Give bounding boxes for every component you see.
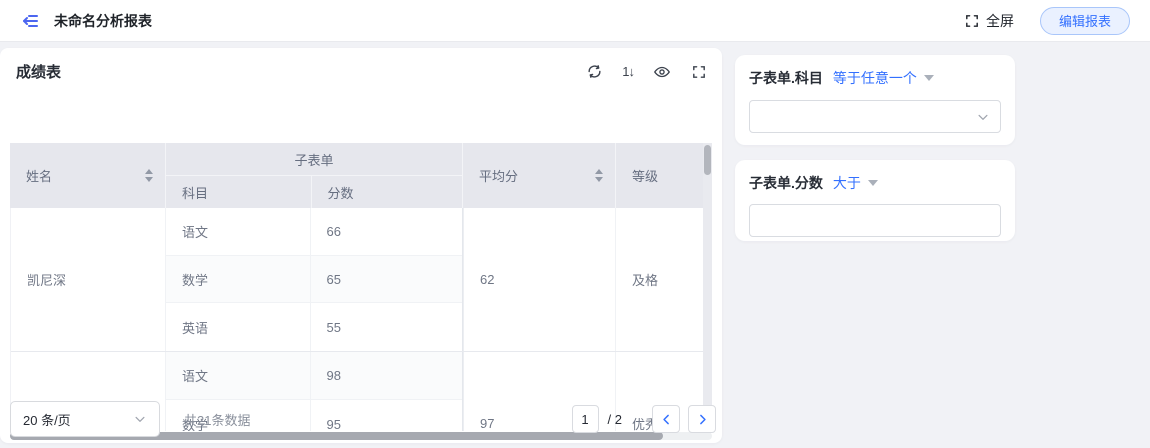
filter-card-subject: 子表单.科目 等于任意一个 <box>735 55 1015 145</box>
subform-row: 数学 65 <box>166 256 462 304</box>
sort-control-average[interactable] <box>595 169 603 182</box>
score-table-panel: 成绩表 1↓ <box>0 48 722 443</box>
cell-name: 凯尼深 <box>11 208 166 351</box>
sort-control-name[interactable] <box>145 169 153 182</box>
cell-subject: 语文 <box>166 352 311 399</box>
filter-card-score: 子表单.分数 大于 <box>735 160 1015 241</box>
edit-report-button[interactable]: 编辑报表 <box>1040 7 1130 35</box>
subform-row: 英语 55 <box>166 303 462 351</box>
next-page-button[interactable] <box>688 405 716 433</box>
subform-row: 语文 66 <box>166 208 462 256</box>
page-size-select[interactable]: 20 条/页 <box>10 401 160 437</box>
cell-score: 98 <box>311 352 462 399</box>
fullscreen-icon <box>964 13 980 29</box>
vertical-scrollbar-thumb[interactable] <box>704 145 711 175</box>
fullscreen-label: 全屏 <box>986 11 1014 31</box>
table-fullscreen-icon[interactable] <box>690 63 708 81</box>
table-header: 姓名 子表单 科目 分数 平均分 <box>10 143 712 208</box>
column-header-score: 分数 <box>311 176 462 208</box>
cell-score: 66 <box>311 208 462 255</box>
sort-up-icon <box>595 169 603 174</box>
sort-up-icon <box>145 169 153 174</box>
panel-header: 成绩表 1↓ <box>0 48 722 95</box>
subform-table: 语文 66 数学 65 英语 55 <box>166 208 463 351</box>
column-header-grade: 等级 <box>615 143 703 208</box>
filter-score-input[interactable] <box>749 204 1001 237</box>
fullscreen-control[interactable]: 全屏 <box>964 11 1014 31</box>
filter-field-label: 子表单.分数 <box>749 173 823 193</box>
vertical-scrollbar[interactable] <box>703 143 712 431</box>
total-pages-label: / 2 <box>608 412 622 427</box>
filter-operator[interactable]: 等于任意一个 <box>833 68 917 88</box>
chevron-down-icon <box>133 412 147 426</box>
cell-score: 55 <box>311 303 462 351</box>
page-title: 未命名分析报表 <box>54 11 152 31</box>
panel-title: 成绩表 <box>16 61 61 82</box>
cell-subject: 数学 <box>166 256 311 303</box>
back-icon[interactable] <box>20 11 40 31</box>
topbar: 未命名分析报表 全屏 编辑报表 <box>0 0 1150 42</box>
pagination-bar: 20 条/页 共21条数据 1 / 2 <box>10 395 716 443</box>
prev-page-button[interactable] <box>652 405 680 433</box>
cell-subject: 英语 <box>166 303 311 351</box>
cell-score: 65 <box>311 256 462 303</box>
score-table: 姓名 子表单 科目 分数 平均分 <box>10 143 712 431</box>
filter-field-label: 子表单.科目 <box>749 68 823 88</box>
sort-down-icon <box>145 177 153 182</box>
eye-icon[interactable] <box>653 63 671 81</box>
caret-down-icon[interactable] <box>868 180 878 186</box>
refresh-icon[interactable] <box>585 63 603 81</box>
column-header-name: 姓名 <box>10 143 165 208</box>
caret-down-icon[interactable] <box>924 75 934 81</box>
chevron-down-icon <box>976 110 990 124</box>
cell-average: 62 <box>463 208 616 351</box>
column-group-subform: 子表单 科目 分数 <box>165 143 462 208</box>
cell-grade: 及格 <box>616 208 704 351</box>
column-header-subject: 科目 <box>166 176 311 208</box>
filter-operator[interactable]: 大于 <box>833 173 861 193</box>
table-row-group: 凯尼深 语文 66 数学 65 英语 55 62 及格 <box>11 208 712 352</box>
filter-subject-select[interactable] <box>749 100 1001 133</box>
cell-subject: 语文 <box>166 208 311 255</box>
sort-down-icon <box>595 177 603 182</box>
total-count-label: 共21条数据 <box>184 410 250 429</box>
current-page-input[interactable]: 1 <box>572 405 599 433</box>
subform-group-label: 子表单 <box>166 143 462 176</box>
column-header-average: 平均分 <box>462 143 615 208</box>
sort-icon[interactable]: 1↓ <box>622 63 634 81</box>
subform-row: 语文 98 <box>166 352 462 400</box>
